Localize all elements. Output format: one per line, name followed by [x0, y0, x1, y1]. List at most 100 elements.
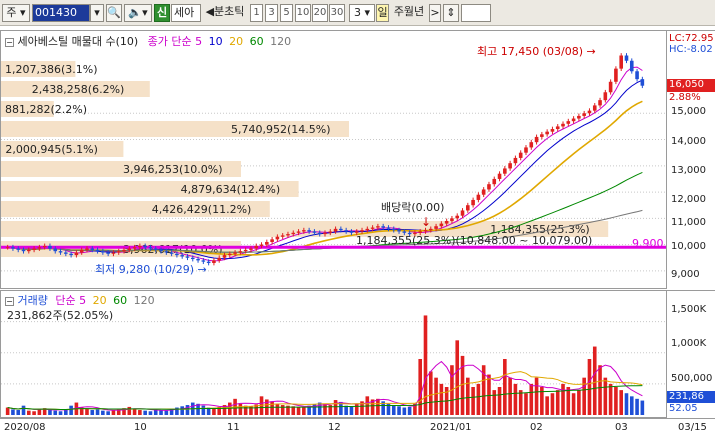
volume-bar	[492, 390, 497, 415]
extra-input[interactable]	[461, 4, 491, 22]
candle-body	[233, 252, 237, 254]
updown-button[interactable]: ⇕	[443, 4, 459, 22]
week-month-year-buttons[interactable]: 주월년	[389, 4, 429, 22]
period-selector[interactable]: ◀분초틱	[201, 4, 249, 22]
volume-bar	[69, 405, 73, 415]
collapse-icon[interactable]: −	[5, 38, 14, 47]
date-label: 10	[134, 422, 147, 433]
candle-body	[180, 255, 184, 257]
volume-chart-panel[interactable]: − 거래량 단순 5 20 60 120 231,862주(52.05%)	[0, 290, 667, 418]
stock-name-display: 세아	[171, 4, 201, 22]
candle-body	[265, 241, 269, 245]
volume-grid	[1, 321, 666, 385]
volume-bar	[37, 409, 42, 415]
volume-bar	[640, 400, 645, 415]
interval-30[interactable]: 30	[329, 4, 345, 22]
candle-body	[635, 71, 639, 80]
ex-dividend-label: 배당락(0.00)	[381, 201, 445, 214]
candle-body	[37, 247, 42, 249]
candle-body	[624, 55, 629, 61]
code-dropdown-button[interactable]: ▾	[90, 4, 104, 22]
volume-bar	[354, 403, 359, 415]
volume-bar	[455, 340, 460, 415]
volume-ma-period-60: 60	[113, 294, 128, 307]
candle-body	[206, 261, 211, 263]
price-tick: 12,000	[671, 194, 706, 205]
day-button[interactable]: 일	[376, 4, 389, 22]
candle-body	[95, 249, 100, 252]
volume-bar	[349, 406, 354, 415]
candle-body	[598, 100, 602, 106]
interval-1[interactable]: 1	[250, 4, 263, 22]
price-chart[interactable]: 1,207,386(3.1%) 2,438,258(6.2%) 881,282(2.…	[1, 31, 666, 288]
next-button[interactable]: >	[429, 4, 441, 22]
candle-body	[254, 245, 259, 249]
new-button[interactable]: 신	[154, 4, 170, 22]
volume-bar	[529, 383, 534, 415]
stock-name: 세아	[174, 6, 195, 19]
high-annotation: 최고 17,450 (03/08) →	[477, 43, 596, 59]
volume-bar	[635, 398, 639, 415]
stock-code-input[interactable]: 001430	[32, 4, 90, 22]
volume-bar	[132, 408, 137, 415]
low-annotation-text: 최저 9,280 (10/29)	[95, 263, 195, 276]
candle-body	[571, 118, 576, 122]
volume-bar	[185, 405, 190, 415]
hc-label: HC:-8.02	[669, 44, 713, 55]
right-arrow-icon: →	[197, 263, 207, 276]
candle-body	[323, 232, 327, 235]
candle-body	[185, 256, 190, 258]
candle-body	[444, 220, 449, 224]
candle-body	[111, 252, 116, 254]
candle-body	[391, 228, 396, 231]
candle-body	[259, 244, 264, 246]
candle-body	[48, 245, 52, 249]
day-label: 일	[377, 6, 388, 19]
candle-body	[249, 248, 253, 250]
candle-body	[138, 245, 142, 248]
lc-label: LC:72.95	[669, 33, 714, 44]
reference-line-label: 9,900	[632, 237, 664, 250]
date-label: 03	[615, 422, 628, 433]
search-button[interactable]: 🔍	[106, 4, 122, 22]
volume-bar	[16, 410, 21, 415]
volume-bar	[53, 410, 58, 415]
new-label: 신	[156, 6, 168, 19]
candle-body	[376, 226, 380, 228]
interval-3[interactable]: 3	[265, 4, 278, 22]
interval-20[interactable]: 20	[312, 4, 328, 22]
stock-code-value: 001430	[35, 6, 77, 19]
toolbar: 주 ▾ 001430 ▾ 🔍 🔈▾ 신 세아 ◀분초틱 1 3 5 10 20 …	[0, 0, 715, 26]
candle-body	[153, 248, 158, 250]
interval-10[interactable]: 10	[295, 4, 311, 22]
candle-body	[302, 230, 306, 232]
volume-bar	[508, 377, 512, 415]
left-arrow-icon: ◀	[205, 5, 215, 18]
ma-period-60: 60	[249, 35, 264, 48]
volume-bar	[138, 410, 142, 415]
candle-body	[582, 113, 586, 116]
volume-bar	[434, 377, 438, 415]
volume-bar	[561, 383, 565, 415]
sound-button[interactable]: 🔈▾	[124, 4, 152, 22]
volume-bar	[439, 383, 444, 415]
volume-bar	[471, 387, 475, 415]
interval-count-select[interactable]: 3 ▾	[349, 4, 375, 22]
market-select[interactable]: 주 ▾	[2, 4, 30, 22]
price-chart-panel[interactable]: 1,207,386(3.1%) 2,438,258(6.2%) 881,282(2.…	[0, 30, 667, 289]
volume-bar	[280, 405, 285, 415]
market-label: 주	[6, 6, 17, 19]
collapse-icon[interactable]: −	[5, 297, 14, 306]
volume-bar	[143, 410, 147, 415]
current-change: 2.88%	[669, 92, 701, 103]
candle-body	[339, 228, 343, 231]
price-tick: 11,000	[671, 217, 706, 228]
ma-period-20: 20	[229, 35, 244, 48]
low-annotation: 최저 9,280 (10/29) →	[95, 261, 207, 277]
candle-body	[508, 163, 512, 169]
volume-tick: 500,000	[671, 373, 713, 384]
interval-5[interactable]: 5	[280, 4, 293, 22]
candle-body	[566, 121, 571, 124]
candle-body	[296, 231, 301, 233]
volume-profile-label: 5,740,952(14.5%)	[231, 123, 331, 136]
